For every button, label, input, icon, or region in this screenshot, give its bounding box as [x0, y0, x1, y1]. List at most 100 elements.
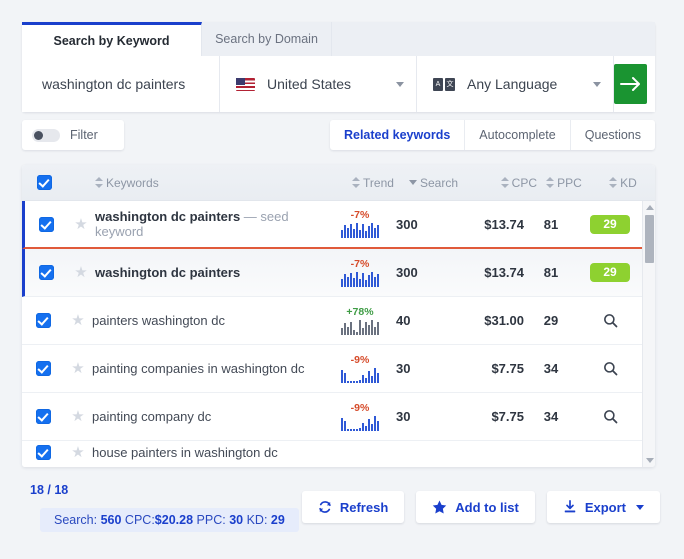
- row-checkbox[interactable]: [38, 265, 54, 280]
- filter-toggle-button[interactable]: Filter: [22, 120, 124, 150]
- tab-search-by-domain[interactable]: Search by Domain: [202, 22, 332, 56]
- translate-icon: A 文: [433, 77, 455, 91]
- column-header-ppc[interactable]: PPC: [537, 176, 591, 190]
- search-volume-cell: 300: [396, 265, 418, 280]
- ppc-cell: 34: [543, 361, 559, 376]
- star-icon[interactable]: ★: [71, 409, 84, 424]
- select-all-checkbox[interactable]: [37, 175, 52, 190]
- chevron-down-icon: [396, 81, 404, 87]
- table-row[interactable]: ★ painting companies in washington dc -9% 3…: [22, 345, 642, 393]
- keyword-text: washington dc painters — seed keyword: [95, 209, 289, 239]
- row-favorite-cell: ★: [64, 313, 92, 328]
- keyword-input[interactable]: [40, 75, 219, 93]
- table-row[interactable]: ★ painters washington dc +78% 40 $31.00 29: [22, 297, 642, 345]
- trend-cell: +78%: [324, 305, 396, 335]
- column-header-keywords[interactable]: Keywords: [95, 176, 337, 190]
- search-submit-button[interactable]: [614, 64, 647, 104]
- table-scrollbar[interactable]: [642, 201, 655, 467]
- scrollbar-thumb[interactable]: [645, 215, 654, 263]
- star-icon[interactable]: ★: [71, 361, 84, 376]
- column-header-cpc[interactable]: CPC: [471, 176, 537, 190]
- search-icon[interactable]: [603, 361, 618, 376]
- tab-autocomplete[interactable]: Autocomplete: [465, 120, 571, 150]
- stats-kd-value: 29: [270, 513, 285, 527]
- row-checkbox[interactable]: [35, 361, 51, 376]
- trend-sparkline: [324, 319, 396, 335]
- table-header-row: Keywords Trend Search CPC PPC KD: [22, 165, 655, 201]
- ppc-cell: 34: [543, 409, 559, 424]
- keyword-text: house painters in washington dc: [92, 444, 278, 460]
- chevron-down-icon: [593, 81, 601, 87]
- cpc-cell: $7.75: [491, 409, 524, 424]
- keyword-field-wrap: [22, 56, 220, 112]
- tab-search-by-keyword-label: Search by Keyword: [53, 33, 170, 48]
- search-icon[interactable]: [603, 313, 618, 328]
- add-to-list-label: Add to list: [455, 499, 519, 515]
- row-checkbox[interactable]: [35, 313, 51, 328]
- row-favorite-cell: ★: [64, 409, 92, 424]
- scroll-down-icon[interactable]: [646, 458, 654, 463]
- row-favorite-cell: ★: [64, 445, 92, 460]
- trend-sparkline: [324, 223, 396, 238]
- trend-percent: -7%: [350, 209, 370, 221]
- keyword-text: painters washington dc: [92, 313, 225, 328]
- table-row[interactable]: ★ painting company dc -9% 30 $7.75 34: [22, 393, 642, 441]
- country-select-label: United States: [267, 76, 352, 92]
- table-row[interactable]: ★ washington dc painters -7% 300 $13.74 81 29: [22, 249, 642, 297]
- add-to-list-button[interactable]: Add to list: [416, 491, 535, 523]
- sort-icon: [609, 177, 618, 188]
- trend-cell: -9%: [324, 353, 396, 383]
- keyword-cell: painters washington dc: [92, 313, 324, 328]
- scroll-up-icon[interactable]: [646, 205, 654, 210]
- tab-search-by-keyword[interactable]: Search by Keyword: [22, 22, 202, 56]
- trend-cell: -7%: [324, 258, 396, 287]
- kd-cell: [578, 361, 642, 376]
- cpc-cell: $13.74: [484, 216, 524, 232]
- stats-kd-label: KD:: [246, 513, 268, 527]
- country-select[interactable]: United States: [220, 56, 417, 112]
- search-icon[interactable]: [603, 409, 618, 424]
- star-icon[interactable]: ★: [71, 313, 84, 328]
- row-checkbox[interactable]: [35, 409, 51, 424]
- column-header-cpc-label: CPC: [511, 175, 537, 190]
- table-row[interactable]: ★ washington dc painters — seed keyword -7…: [22, 201, 642, 249]
- export-button[interactable]: Export: [546, 491, 660, 523]
- column-header-trend[interactable]: Trend: [337, 176, 409, 190]
- star-icon[interactable]: ★: [74, 265, 87, 280]
- search-volume-cell: 300: [396, 216, 418, 232]
- column-header-trend-label: Trend: [363, 175, 394, 190]
- tab-related-keywords[interactable]: Related keywords: [330, 120, 466, 150]
- star-icon: [433, 500, 447, 514]
- table-row[interactable]: ★ house painters in washington dc: [22, 441, 642, 463]
- ppc-cell: 81: [543, 216, 559, 232]
- keywords-table: Keywords Trend Search CPC PPC KD ★ washi…: [22, 165, 655, 467]
- us-flag-icon: [236, 77, 255, 91]
- controls-row: Filter Related keywords Autocomplete Que…: [22, 120, 655, 150]
- star-icon[interactable]: ★: [74, 217, 87, 232]
- search-mode-tabs: Search by Keyword Search by Domain: [22, 22, 655, 56]
- refresh-button[interactable]: Refresh: [301, 491, 405, 523]
- row-checkbox[interactable]: [38, 216, 54, 232]
- column-header-kd[interactable]: KD: [591, 176, 655, 190]
- result-count: 18 / 18: [30, 483, 69, 497]
- stats-ppc-value: 30: [229, 513, 244, 527]
- row-checkbox[interactable]: [35, 444, 51, 460]
- aggregate-stats-badge: Search: 560 CPC:$20.28 PPC: 30 KD: 29: [40, 508, 299, 532]
- kd-cell: 29: [578, 263, 642, 282]
- keyword-research-page: Search by Keyword Search by Domain Unite…: [0, 0, 684, 559]
- keyword-cell: washington dc painters — seed keyword: [95, 209, 324, 239]
- row-select-cell: [22, 313, 64, 328]
- filter-toggle-switch[interactable]: [32, 128, 60, 142]
- language-select[interactable]: A 文 Any Language: [417, 56, 614, 112]
- row-select-cell: [22, 444, 64, 460]
- column-header-search[interactable]: Search: [409, 176, 471, 190]
- export-label: Export: [584, 499, 626, 515]
- tab-questions[interactable]: Questions: [571, 120, 655, 150]
- trend-percent: +78%: [346, 305, 374, 318]
- star-icon[interactable]: ★: [71, 445, 84, 460]
- tab-related-keywords-label: Related keywords: [343, 128, 451, 142]
- sort-icon: [95, 177, 103, 188]
- keyword-cell: painting companies in washington dc: [92, 361, 324, 376]
- trend-percent: -9%: [350, 353, 370, 366]
- refresh-icon: [319, 501, 331, 513]
